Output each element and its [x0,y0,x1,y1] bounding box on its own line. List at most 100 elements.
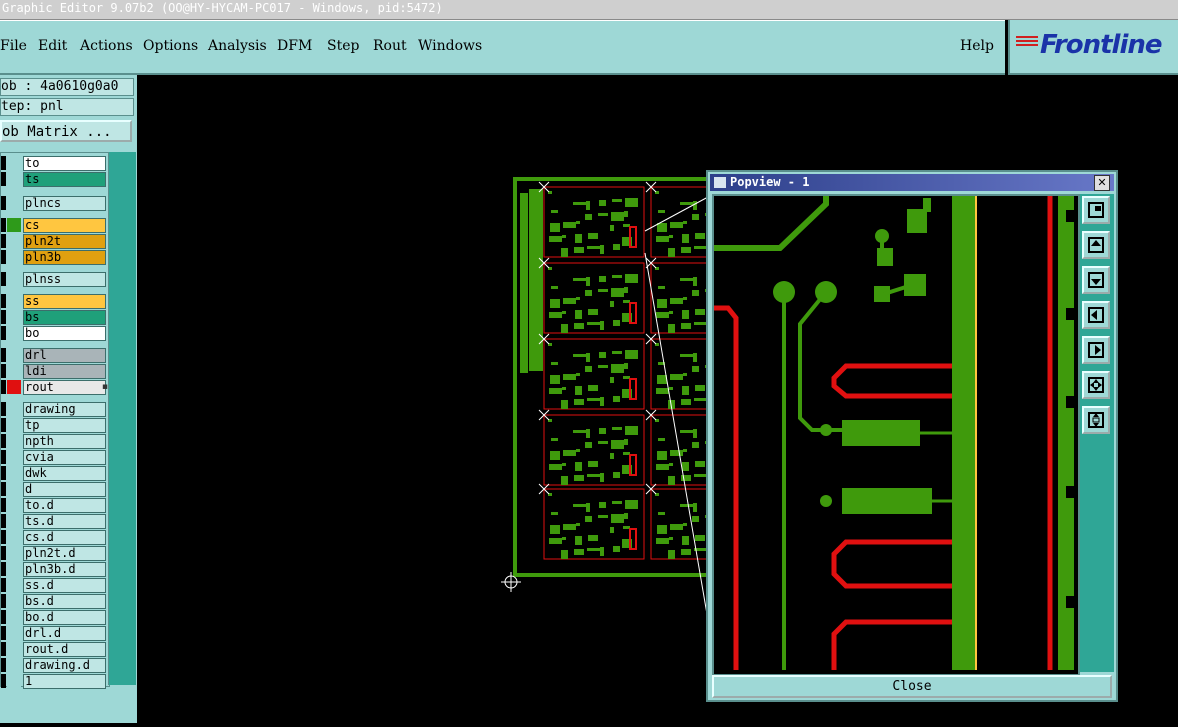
layer-name[interactable]: drawing [23,402,106,417]
layer-color-swatch[interactable] [7,546,21,560]
layer-affected-toggle[interactable] [1,196,6,210]
layer-color-swatch[interactable] [7,218,21,232]
layer-color-swatch[interactable] [7,610,21,624]
layer-name[interactable]: ss [23,294,106,309]
pan-right-icon[interactable] [1082,336,1110,364]
layer-color-swatch[interactable] [7,310,21,324]
pan-down-icon[interactable] [1082,266,1110,294]
layer-affected-toggle[interactable] [1,156,6,170]
pan-left-icon[interactable] [1082,301,1110,329]
layer-affected-toggle[interactable] [1,450,6,464]
layer-affected-toggle[interactable] [1,626,6,640]
layer-row[interactable]: cs [1,218,109,233]
layer-color-swatch[interactable] [7,418,21,432]
layer-name[interactable]: npth [23,434,106,449]
layer-row[interactable]: ss.d [1,578,109,593]
layer-row[interactable]: ss [1,294,109,309]
layer-name[interactable]: cvia [23,450,106,465]
layer-affected-toggle[interactable] [1,642,6,656]
menu-options[interactable]: Options [143,38,198,54]
layer-row[interactable]: bs.d [1,594,109,609]
layer-name[interactable]: pln2t [23,234,106,249]
layer-affected-toggle[interactable] [1,610,6,624]
layer-row[interactable]: ts [1,172,109,187]
zoom-fit-icon[interactable] [1082,371,1110,399]
layer-color-swatch[interactable] [7,402,21,416]
layer-color-swatch[interactable] [7,380,21,394]
layer-affected-toggle[interactable] [1,482,6,496]
layer-name[interactable]: d [23,482,106,497]
menu-analysis[interactable]: Analysis [208,38,267,54]
layer-name[interactable]: pln3b.d [23,562,106,577]
layer-color-swatch[interactable] [7,530,21,544]
popview-titlebar[interactable]: Popview - 1 ✕ [710,174,1114,191]
layer-affected-toggle[interactable] [1,466,6,480]
layer-color-swatch[interactable] [7,250,21,264]
layer-color-swatch[interactable] [7,514,21,528]
layer-row[interactable]: ts.d [1,514,109,529]
layer-affected-toggle[interactable] [1,546,6,560]
layer-name[interactable]: rout [23,380,106,395]
layer-color-swatch[interactable] [7,172,21,186]
layer-name[interactable]: drawing.d [23,658,106,673]
layer-name[interactable]: drl [23,348,106,363]
menu-file[interactable]: File [0,38,27,54]
layer-name[interactable]: cs.d [23,530,106,545]
layer-row[interactable]: bo.d [1,610,109,625]
layer-row[interactable]: to.d [1,498,109,513]
layer-name[interactable]: to [23,156,106,171]
layer-affected-toggle[interactable] [1,594,6,608]
layer-name[interactable]: to.d [23,498,106,513]
layer-name[interactable]: drl.d [23,626,106,641]
layer-color-swatch[interactable] [7,674,21,688]
layer-color-swatch[interactable] [7,626,21,640]
layer-row[interactable]: cvia [1,450,109,465]
layer-name[interactable]: bo.d [23,610,106,625]
layer-affected-toggle[interactable] [1,294,6,308]
layer-affected-toggle[interactable] [1,418,6,432]
layer-affected-toggle[interactable] [1,674,6,688]
layer-row[interactable]: pln2t [1,234,109,249]
layer-affected-toggle[interactable] [1,402,6,416]
layer-row[interactable]: d [1,482,109,497]
layer-row[interactable]: rout ▪ [1,380,109,395]
layer-affected-toggle[interactable] [1,172,6,186]
layer-row[interactable]: dwk [1,466,109,481]
layer-affected-toggle[interactable] [1,218,6,232]
layer-color-swatch[interactable] [7,562,21,576]
layer-row[interactable]: to [1,156,109,171]
layer-name[interactable]: 1 [23,674,106,689]
layer-name[interactable]: ts.d [23,514,106,529]
job-matrix-button[interactable]: ob Matrix ... [0,120,132,142]
layer-affected-toggle[interactable] [1,326,6,340]
layer-color-swatch[interactable] [7,466,21,480]
layer-name[interactable]: pln3b [23,250,106,265]
layer-color-swatch[interactable] [7,658,21,672]
layer-color-swatch[interactable] [7,364,21,378]
layer-affected-toggle[interactable] [1,530,6,544]
layer-name[interactable]: ts [23,172,106,187]
pan-up-icon[interactable] [1082,231,1110,259]
layer-name[interactable]: cs [23,218,106,233]
layer-row[interactable]: ldi [1,364,109,379]
layer-row[interactable]: plnss [1,272,109,287]
layer-row[interactable]: drawing [1,402,109,417]
layer-name[interactable]: bo [23,326,106,341]
layer-row[interactable]: 1 [1,674,109,689]
layer-affected-toggle[interactable] [1,364,6,378]
layer-name[interactable]: rout.d [23,642,106,657]
zoom-in-out-icon[interactable] [1082,406,1110,434]
layer-color-swatch[interactable] [7,482,21,496]
layer-name[interactable]: pln2t.d [23,546,106,561]
menu-actions[interactable]: Actions [80,38,133,54]
layer-color-swatch[interactable] [7,156,21,170]
layer-color-swatch[interactable] [7,196,21,210]
layer-color-swatch[interactable] [7,434,21,448]
layer-affected-toggle[interactable] [1,348,6,362]
layer-row[interactable]: bs [1,310,109,325]
menu-windows[interactable]: Windows [418,38,482,54]
layer-affected-toggle[interactable] [1,658,6,672]
popview-close-button[interactable]: Close [712,675,1112,698]
layer-affected-toggle[interactable] [1,310,6,324]
layer-color-swatch[interactable] [7,272,21,286]
